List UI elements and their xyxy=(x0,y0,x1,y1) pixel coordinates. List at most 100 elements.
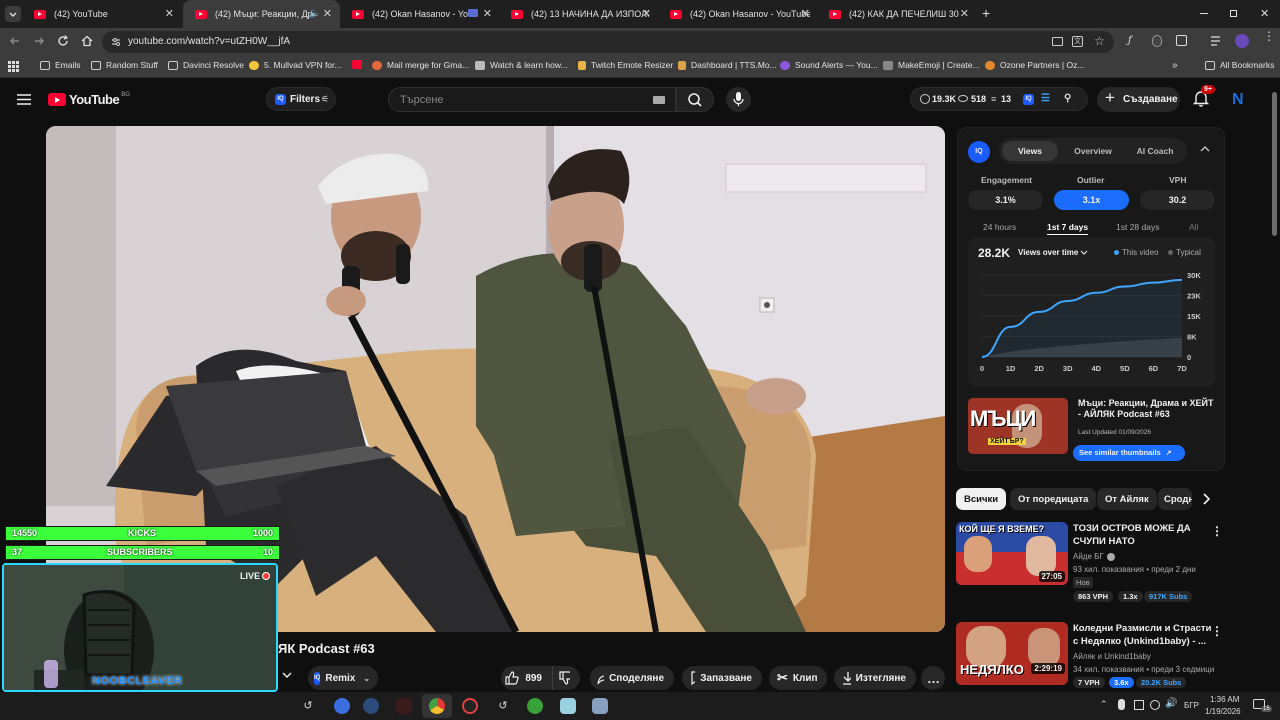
reload-icon[interactable] xyxy=(56,34,70,48)
translate-icon[interactable]: 文 xyxy=(1072,36,1083,47)
taskbar-app-icon[interactable] xyxy=(592,698,608,714)
voice-search-button[interactable] xyxy=(726,87,751,112)
notifications-button[interactable]: 9+ xyxy=(1192,85,1215,107)
tab-how-to-earn[interactable]: (42) КАК ДА ПЕЧЕЛИШ 300-50 ✕ xyxy=(817,0,977,28)
channel-stats-pill[interactable]: 19.3K 518 ≡ 13 IQ ☰ ⚲ xyxy=(910,87,1088,111)
bookmark-davinci[interactable]: Davinci Resolve xyxy=(168,60,244,70)
hamburger-menu-icon[interactable] xyxy=(17,94,31,105)
bookmark-twitch-emote[interactable]: Twitch Emote Resizer xyxy=(578,60,673,70)
taskbar-app-icon[interactable] xyxy=(462,698,478,714)
clip-button[interactable]: ✂ Клип xyxy=(769,666,827,690)
close-icon[interactable]: ✕ xyxy=(165,8,174,20)
bookmark-tts[interactable]: Dashboard | TTS.Mo... xyxy=(678,60,777,70)
tray-app-icon[interactable] xyxy=(1150,700,1160,710)
save-button[interactable]: Запазване xyxy=(682,666,762,690)
taskbar-chrome-icon[interactable] xyxy=(429,698,445,714)
period-1st-28-days[interactable]: 1st 28 days xyxy=(1116,222,1159,232)
bookmark-emails[interactable]: Emails xyxy=(40,60,81,70)
more-options-icon[interactable]: ⋮ xyxy=(1211,624,1223,638)
bookmark-random-stuff[interactable]: Random Stuff xyxy=(91,60,158,70)
extension-f-icon[interactable]: ƒ xyxy=(1128,35,1132,46)
tab-overview[interactable]: Overview xyxy=(1063,141,1123,161)
bookmark-makeemoji[interactable]: MakeEmoji | Create... xyxy=(883,60,980,70)
like-button[interactable]: 899 xyxy=(501,666,552,690)
see-similar-thumbnails-button[interactable]: See similar thumbnails ↗ xyxy=(1073,445,1185,461)
apps-grid-icon[interactable] xyxy=(8,61,19,72)
back-arrow-icon[interactable] xyxy=(8,34,22,48)
dislike-button[interactable] xyxy=(552,666,580,690)
period-24-hours[interactable]: 24 hours xyxy=(983,222,1016,232)
taskbar-xbox-icon[interactable] xyxy=(527,698,543,714)
account-avatar[interactable]: N xyxy=(1232,91,1248,109)
bookmark-youtube[interactable] xyxy=(352,60,367,69)
close-icon[interactable]: ✕ xyxy=(483,8,492,20)
cast-icon[interactable] xyxy=(1052,37,1063,46)
filters-button[interactable]: IQ Filters ⚟ xyxy=(266,87,336,111)
collapse-chevron-icon[interactable] xyxy=(1200,145,1210,153)
close-icon[interactable]: ✕ xyxy=(960,8,969,20)
taskbar-app-icon[interactable] xyxy=(334,698,350,714)
tab-ai-coach[interactable]: AI Coach xyxy=(1127,141,1183,161)
tab-13-ways[interactable]: (42) 13 НАЧИНА ДА ИЗПОЛЗВ ✕ xyxy=(499,0,659,28)
chip-from-series[interactable]: От поредицата xyxy=(1010,488,1097,510)
tab-views[interactable]: Views xyxy=(1002,141,1058,161)
tray-language[interactable]: БГР xyxy=(1184,701,1199,710)
speaker-icon[interactable]: 🔈 xyxy=(309,8,320,19)
site-info-icon[interactable] xyxy=(110,36,122,48)
profile-avatar[interactable] xyxy=(1235,34,1249,48)
chip-scroll-right-icon[interactable] xyxy=(1198,491,1214,507)
taskbar-app-icon[interactable]: ↺ xyxy=(300,698,316,714)
youtube-logo[interactable]: YouTube BG xyxy=(48,92,130,107)
forward-arrow-icon[interactable] xyxy=(32,34,46,48)
address-bar[interactable]: youtube.com/watch?v=utZH0W__jfA 文 ☆ xyxy=(102,31,1114,53)
chip-all[interactable]: Всички xyxy=(956,488,1007,510)
recommended-item[interactable]: НЕДЯЛКО 2:29:19 Коледни Размисли и Страс… xyxy=(956,622,1223,692)
tray-speaker-icon[interactable]: 🔊 xyxy=(1165,698,1177,709)
share-button[interactable]: Споделяне xyxy=(590,666,674,690)
tray-date[interactable]: 1/19/2026 xyxy=(1205,707,1241,716)
taskbar-app-icon[interactable] xyxy=(560,698,576,714)
chip-from-ailyak[interactable]: От Айляк xyxy=(1097,488,1157,510)
new-tab-plus-icon[interactable]: + xyxy=(982,6,990,20)
bookmark-sound-alerts[interactable]: Sound Alerts — You... xyxy=(780,60,878,70)
download-button[interactable]: Изтегляне xyxy=(834,666,916,690)
bookmark-star-icon[interactable]: ☆ xyxy=(1094,34,1105,48)
restore-icon[interactable] xyxy=(1230,10,1237,17)
tray-chevron-up-icon[interactable]: ⌃ xyxy=(1100,699,1108,710)
tray-time[interactable]: 1:36 AM xyxy=(1210,695,1239,704)
remix-button[interactable]: IQ Remix ⌄ xyxy=(308,666,378,690)
tab-youtube-home[interactable]: (42) YouTube ✕ xyxy=(22,0,182,28)
tab-okan-2[interactable]: (42) Okan Hasanov - YouTube ✕ xyxy=(658,0,818,28)
taskbar-app-icon[interactable]: ↺ xyxy=(495,698,511,714)
close-icon[interactable]: ✕ xyxy=(801,8,810,20)
chip-related[interactable]: Сродн xyxy=(1158,488,1192,510)
page-scrollbar[interactable] xyxy=(1272,92,1277,236)
recommended-item[interactable]: КОЙ ЩЕ Я ВЗЕМЕ? 27:05 ТОЗИ ОСТРОВ МОЖЕ Д… xyxy=(956,522,1223,610)
period-1st-7-days[interactable]: 1st 7 days xyxy=(1047,222,1089,235)
search-input[interactable]: Търсене xyxy=(388,87,676,112)
more-actions-button[interactable]: … xyxy=(921,666,945,690)
metric-vph-value[interactable]: 30.2 xyxy=(1140,190,1215,210)
tab-okan-1[interactable]: (42) Okan Hasanov - YouTu ✕ xyxy=(340,0,500,28)
taskbar-obs-icon[interactable] xyxy=(396,698,412,714)
extension-pin-icon[interactable] xyxy=(1152,35,1162,47)
bookmark-all[interactable]: All Bookmarks xyxy=(1205,60,1274,70)
tab-search-button[interactable] xyxy=(5,6,21,22)
extensions-puzzle-icon[interactable] xyxy=(1176,35,1187,46)
bookmark-ozone[interactable]: Ozone Partners | Oz... xyxy=(985,60,1084,70)
bookmark-mail-merge[interactable]: Mail merge for Gma... xyxy=(372,60,469,70)
chevron-double-right-icon[interactable]: » xyxy=(1172,60,1178,71)
keyboard-icon[interactable] xyxy=(653,96,665,104)
bookmark-watch-learn[interactable]: Watch & learn how... xyxy=(475,60,568,70)
search-button[interactable] xyxy=(676,87,714,112)
period-all[interactable]: All xyxy=(1189,222,1198,232)
media-control-icon[interactable] xyxy=(1211,36,1223,46)
video-thumbnail-preview[interactable]: МЪЦИ ХЕЙТЪР? xyxy=(968,398,1068,454)
bookmark-mullvad[interactable]: 5. Mullvad VPN for... xyxy=(249,60,341,70)
create-button[interactable]: + Създаване xyxy=(1097,87,1180,112)
tray-app-icon[interactable] xyxy=(1134,700,1144,710)
close-icon[interactable]: ✕ xyxy=(642,8,651,20)
tab-current-video[interactable]: (42) Мъци: Реакции, Драма 🔈 ✕ xyxy=(183,0,340,28)
metric-engagement-value[interactable]: 3.1% xyxy=(968,190,1043,210)
home-icon[interactable] xyxy=(80,34,94,48)
